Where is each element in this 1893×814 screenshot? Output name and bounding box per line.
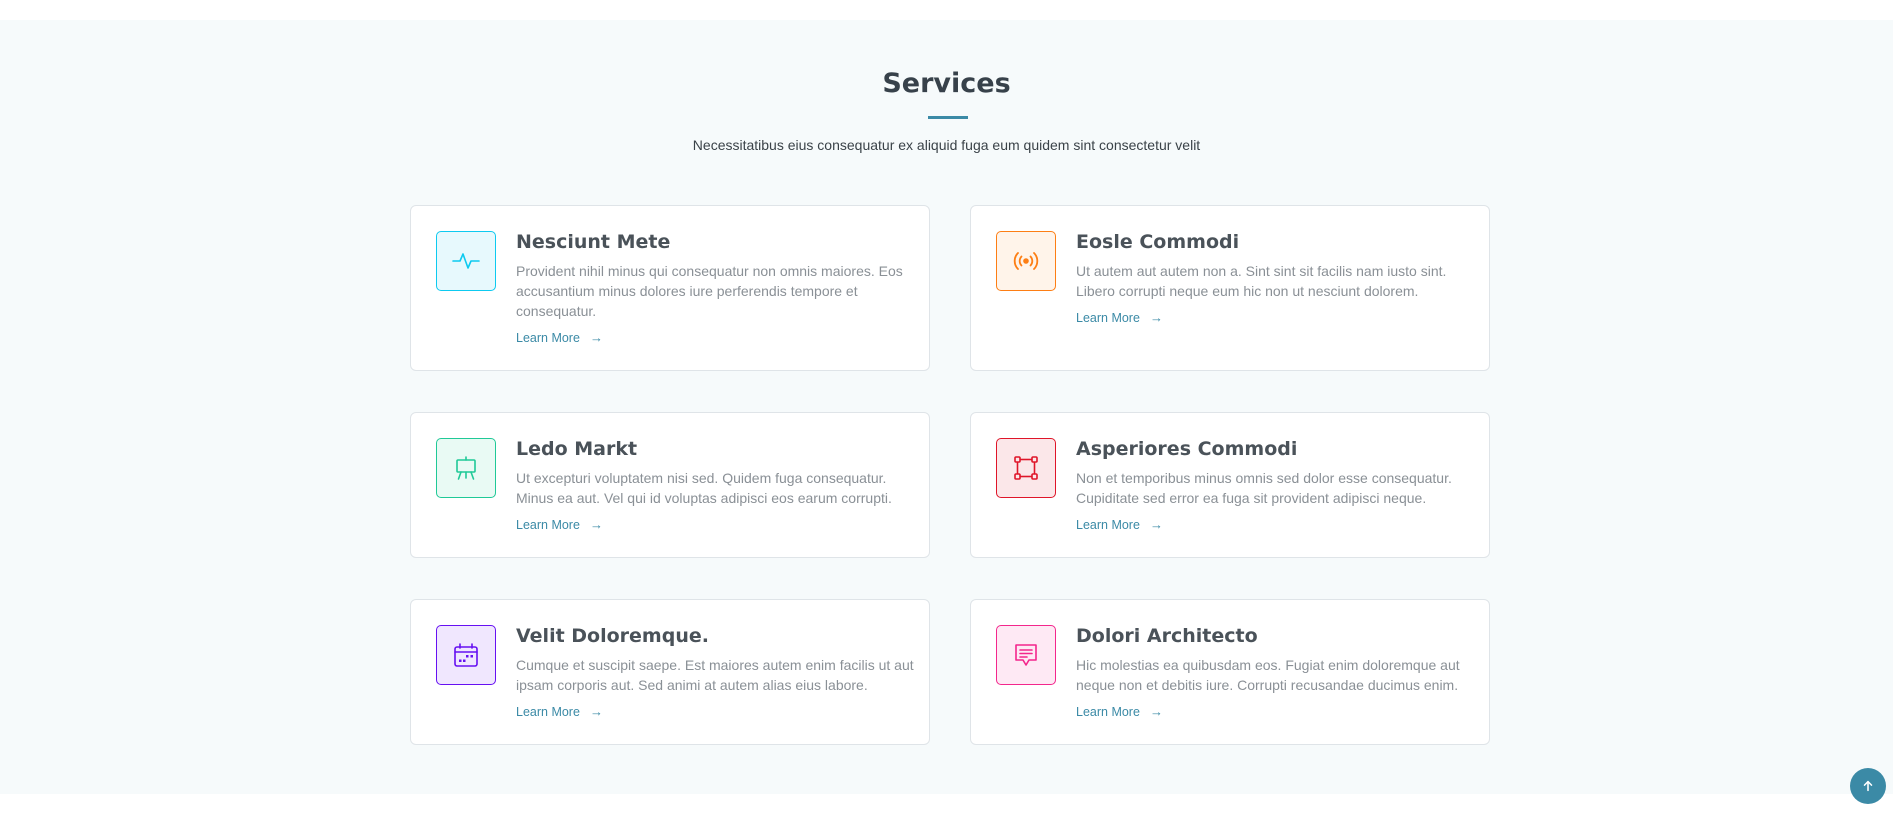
service-title: Dolori Architecto [1076, 625, 1258, 647]
learn-more-link[interactable]: Learn More → [516, 517, 603, 532]
learn-more-link[interactable]: Learn More → [1076, 310, 1163, 325]
learn-more-link[interactable]: Learn More → [1076, 517, 1163, 532]
service-title: Nesciunt Mete [516, 231, 671, 253]
service-description: Non et temporibus minus omnis sed dolor … [1076, 470, 1452, 506]
scroll-top-button[interactable] [1850, 768, 1886, 804]
arrow-right-icon: → [1149, 704, 1163, 719]
service-card-5: Velit Doloremque. Cumque et suscipit sae… [410, 599, 930, 745]
service-title: Asperiores Commodi [1076, 438, 1298, 460]
broadcast-icon [996, 231, 1056, 291]
service-card-4: Asperiores Commodi Non et temporibus min… [970, 412, 1490, 558]
learn-more-link[interactable]: Learn More → [1076, 704, 1163, 719]
arrow-right-icon: → [589, 330, 603, 345]
learn-more-label[interactable]: Learn More [1076, 705, 1140, 719]
service-card-2: Eosle Commodi Ut autem aut autem non a. … [970, 205, 1490, 371]
service-card-3: Ledo Markt Ut excepturi voluptatem nisi … [410, 412, 930, 558]
learn-more-label[interactable]: Learn More [516, 518, 580, 532]
service-title: Eosle Commodi [1076, 231, 1240, 253]
service-description: Cumque et suscipit saepe. Est maiores au… [516, 657, 914, 693]
easel-icon [436, 438, 496, 498]
arrow-right-icon: → [1149, 517, 1163, 532]
service-title: Ledo Markt [516, 438, 638, 460]
section-title: Services [882, 68, 1011, 99]
service-title: Velit Doloremque. [516, 625, 709, 647]
arrow-right-icon: → [1149, 310, 1163, 325]
learn-more-label[interactable]: Learn More [1076, 311, 1140, 325]
service-description: Hic molestias ea quibusdam eos. Fugiat e… [1076, 657, 1460, 693]
service-description: Ut autem aut autem non a. Sint sint sit … [1076, 263, 1447, 299]
arrow-right-icon: → [589, 704, 603, 719]
learn-more-label[interactable]: Learn More [516, 331, 580, 345]
service-card-1: Nesciunt Mete Provident nihil minus qui … [410, 205, 930, 371]
learn-more-link[interactable]: Learn More → [516, 330, 603, 345]
services-section: Services Necessitatibus eius consequatur… [0, 20, 1893, 794]
service-description: Provident nihil minus qui consequatur no… [516, 263, 903, 319]
learn-more-label[interactable]: Learn More [1076, 518, 1140, 532]
learn-more-link[interactable]: Learn More → [516, 704, 603, 719]
arrow-right-icon: → [589, 517, 603, 532]
service-card-6: Dolori Architecto Hic molestias ea quibu… [970, 599, 1490, 745]
bounding-box-icon [996, 438, 1056, 498]
arrow-up-icon [1863, 780, 1873, 792]
chat-text-icon [996, 625, 1056, 685]
learn-more-label[interactable]: Learn More [516, 705, 580, 719]
section-subtitle: Necessitatibus eius consequatur ex aliqu… [692, 137, 1201, 153]
service-description: Ut excepturi voluptatem nisi sed. Quidem… [516, 470, 892, 506]
title-underline [928, 116, 968, 119]
calendar-icon [436, 625, 496, 685]
activity-icon [436, 231, 496, 291]
